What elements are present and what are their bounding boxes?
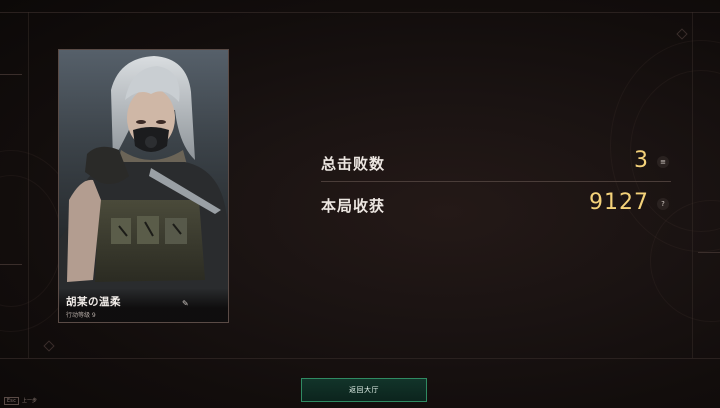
stat-label-kills: 总击败数 (321, 155, 386, 173)
stat-row-loot: 本局收获 9127 ? (321, 190, 671, 220)
stat-value-loot: 9127 (589, 190, 649, 215)
character-level: 行动等级 9 (66, 312, 96, 319)
return-lobby-button[interactable]: 返回大厅 (301, 378, 427, 402)
character-card[interactable]: 胡某の温柔 ✎ 行动等级 9 (58, 49, 229, 323)
character-portrait (59, 56, 228, 322)
hud-frame-bottom (0, 358, 720, 359)
esc-hint[interactable]: Esc 上一步 (4, 397, 37, 405)
esc-label: 上一步 (22, 398, 38, 404)
edit-icon[interactable]: ✎ (182, 299, 189, 308)
list-icon[interactable]: ≡ (657, 156, 669, 168)
hud-frame-top (0, 12, 720, 13)
stat-value-kills: 3 (634, 148, 649, 173)
hud-tick (698, 252, 720, 253)
stat-label-loot: 本局收获 (321, 197, 386, 215)
hud-tick (0, 74, 22, 75)
hud-tick (0, 264, 22, 265)
help-icon[interactable]: ? (657, 198, 669, 210)
esc-key: Esc (4, 397, 20, 405)
stat-row-kills: 总击败数 3 ≡ (321, 148, 671, 178)
result-screen: 胡某の温柔 ✎ 行动等级 9 总击败数 3 ≡ 本局收获 9127 ? 返回大厅… (0, 0, 720, 408)
character-name: 胡某の温柔 (66, 296, 121, 308)
stat-divider (321, 181, 671, 182)
corner-marker (43, 340, 55, 352)
corner-marker (676, 28, 688, 40)
